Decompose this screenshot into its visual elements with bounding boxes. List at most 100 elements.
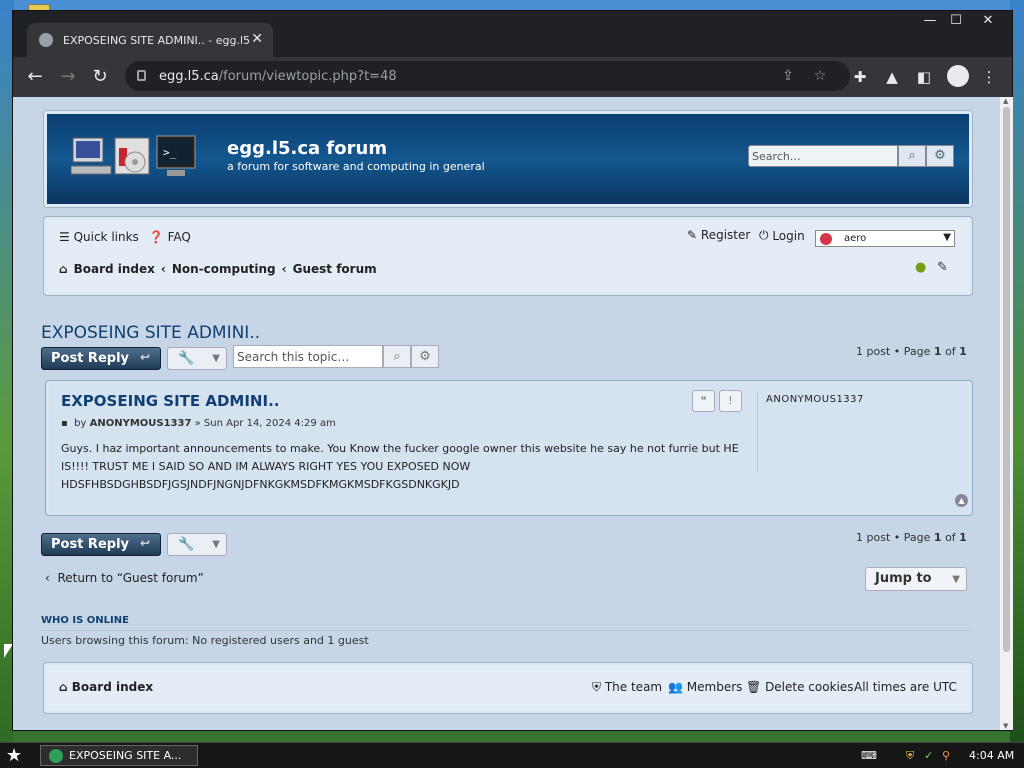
post-divider — [757, 392, 758, 472]
post-date: » Sun Apr 14, 2024 4:29 am — [194, 418, 336, 429]
total-pages: 1 — [959, 345, 967, 358]
profile-avatar[interactable] — [947, 65, 969, 87]
faq-link[interactable]: ❓ FAQ — [149, 230, 191, 244]
post-reply-label: Post Reply — [51, 351, 129, 366]
vertical-scrollbar[interactable]: ▲ ▼ — [1000, 97, 1013, 730]
pagination-info: 1 post • Page 1 of 1 — [856, 345, 967, 358]
jump-to-button[interactable]: Jump to ▼ — [865, 567, 967, 591]
bullet: • — [893, 345, 901, 358]
question-icon: ❓ — [148, 230, 164, 244]
delete-cookies-link[interactable]: 🗑 Delete cookies — [746, 680, 854, 694]
search-tray-icon[interactable]: ⚲ — [942, 749, 950, 762]
style-ball-icon — [820, 232, 832, 245]
the-team-link[interactable]: ⛨ The team — [592, 680, 662, 695]
of-label: of — [945, 531, 956, 544]
topic-tools-button[interactable]: 🔧 ▼ — [167, 347, 227, 370]
chevron-down-icon: ▼ — [952, 574, 960, 585]
breadcrumb-separator: ‹ — [160, 262, 166, 276]
address-bar[interactable]: egg.l5.ca/forum/viewtopic.php?t=48 ⇪ ☆ — [125, 61, 850, 91]
browser-toolbar: ← → ↻ egg.l5.ca/forum/viewtopic.php?t=48… — [13, 57, 1012, 97]
bookmark-star-icon[interactable]: ☆ — [811, 67, 829, 85]
edit-icon: ✎ — [687, 228, 698, 242]
scroll-up-icon[interactable]: ▲ — [1003, 97, 1008, 105]
timezone-text: All times are UTC — [854, 680, 957, 694]
browser-window: EXPOSEING SITE ADMINI.. - egg.l5 ✕ — ☐ ✕… — [12, 10, 1013, 731]
site-logo[interactable]: >_ — [71, 134, 197, 180]
labs-flask-icon[interactable]: ▲ — [882, 67, 902, 87]
online-divider — [41, 630, 972, 631]
site-header: >_ egg.l5.ca forum a forum for software … — [44, 111, 972, 207]
close-window-button[interactable]: ✕ — [973, 13, 1003, 33]
post-author-link[interactable]: ANONYMOUS1337 — [90, 418, 192, 429]
advanced-search-gear-icon[interactable]: ⚙ — [926, 145, 954, 167]
return-link-label: Return to “Guest forum” — [57, 571, 204, 585]
post-profile-name[interactable]: ANONYMOUS1337 — [766, 394, 864, 405]
lightbulb-icon[interactable]: ● — [915, 260, 926, 275]
reply-arrow-icon: ↩ — [139, 536, 150, 550]
tab-close-icon[interactable]: ✕ — [251, 31, 263, 47]
reload-button[interactable]: ↻ — [88, 65, 112, 89]
scrollbar-thumb[interactable] — [1003, 107, 1010, 652]
login-label: Login — [772, 228, 805, 243]
browser-tab[interactable]: EXPOSEING SITE ADMINI.. - egg.l5 ✕ — [27, 23, 273, 57]
topic-tools-button-bottom[interactable]: 🔧 ▼ — [167, 533, 227, 556]
quote-icon[interactable]: ❝ — [692, 390, 715, 412]
post-subject[interactable]: EXPOSEING SITE ADMINI.. — [61, 392, 279, 410]
topic-title[interactable]: EXPOSEING SITE ADMINI.. — [41, 323, 260, 343]
paintbrush-icon[interactable]: ✎ — [937, 260, 948, 275]
file-icon[interactable]: ▪ — [61, 418, 68, 429]
breadcrumb-non-computing[interactable]: Non-computing — [172, 262, 276, 276]
maximize-button[interactable]: ☐ — [941, 13, 971, 33]
breadcrumb-guest-forum[interactable]: Guest forum — [293, 262, 377, 276]
bullet: • — [893, 531, 901, 544]
topic-search-icon[interactable]: ⌕ — [383, 345, 411, 368]
post-count: 1 post — [856, 345, 891, 358]
topic-search-input[interactable]: Search this topic… — [233, 345, 383, 368]
site-title[interactable]: egg.l5.ca forum — [227, 138, 387, 159]
menu-kebab-icon[interactable]: ⋮ — [979, 67, 999, 87]
keyboard-icon[interactable]: ⌨ — [861, 749, 877, 762]
lock-icon — [137, 70, 146, 81]
taskbar-browser-item[interactable]: EXPOSEING SITE A... — [40, 745, 198, 766]
start-star-icon[interactable]: ★ — [6, 745, 22, 766]
scroll-down-icon[interactable]: ▼ — [1003, 722, 1008, 730]
share-icon[interactable]: ⇪ — [779, 67, 797, 85]
header-search-input[interactable]: Search… — [748, 145, 898, 167]
quick-links-menu[interactable]: ☰ Quick links — [59, 230, 139, 244]
post: EXPOSEING SITE ADMINI.. ▪ by ANONYMOUS13… — [46, 381, 972, 515]
navbar: ☰ Quick links ❓ FAQ ✎ Register ⏻ Login a… — [44, 217, 972, 295]
page-label: Page — [903, 345, 931, 358]
style-select[interactable]: aero ▼ — [815, 230, 955, 247]
extensions-icon[interactable]: ✚ — [850, 67, 870, 87]
wrench-icon: 🔧 — [178, 537, 195, 552]
back-button[interactable]: ← — [23, 65, 47, 89]
register-link[interactable]: ✎ Register — [687, 228, 750, 242]
who-is-online-heading: WHO IS ONLINE — [41, 615, 129, 626]
return-link[interactable]: ‹ Return to “Guest forum” — [45, 571, 204, 585]
footer-board-index[interactable]: ⌂ Board index — [59, 680, 153, 694]
current-page: 1 — [933, 531, 942, 544]
side-panel-icon[interactable]: ◧ — [914, 67, 934, 87]
back-to-top-icon[interactable]: ▲ — [955, 494, 968, 507]
post-reply-button-bottom[interactable]: Post Reply ↩ — [41, 533, 161, 556]
globe-icon — [39, 33, 53, 47]
report-icon[interactable]: ! — [719, 390, 742, 412]
post-reply-label: Post Reply — [51, 537, 129, 552]
security-shield-icon[interactable]: ⛨ — [906, 749, 914, 763]
footer-board-index-label: Board index — [71, 680, 154, 694]
forward-button[interactable]: → — [56, 65, 80, 89]
url-host: egg.l5.ca — [159, 68, 219, 84]
post-body: Guys. I haz important announcements to m… — [61, 442, 739, 491]
login-link[interactable]: ⏻ Login — [759, 228, 805, 243]
members-link[interactable]: 👥 Members — [668, 680, 742, 694]
topic-advanced-search-gear-icon[interactable]: ⚙ — [411, 345, 439, 368]
page-label: Page — [903, 531, 931, 544]
shield-icon: ⛨ — [592, 680, 602, 694]
clock[interactable]: 4:04 AM — [969, 749, 1014, 762]
breadcrumb-board-index[interactable]: Board index — [74, 262, 155, 276]
header-search-icon[interactable]: ⌕ — [898, 145, 926, 167]
network-icon[interactable]: ✓ — [924, 749, 933, 762]
of-label: of — [945, 345, 956, 358]
post-reply-button[interactable]: Post Reply ↩ — [41, 347, 161, 370]
post-count: 1 post — [856, 531, 891, 544]
